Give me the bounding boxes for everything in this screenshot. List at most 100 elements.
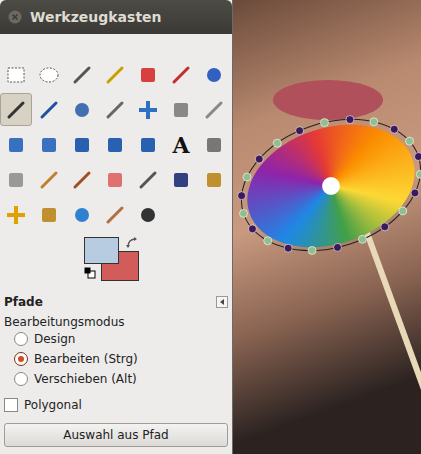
tool-button[interactable] xyxy=(132,198,164,231)
tool-icon xyxy=(136,98,160,122)
path-node[interactable] xyxy=(416,170,421,178)
tool-grid: A xyxy=(0,34,232,231)
path-overlay[interactable] xyxy=(233,0,421,454)
tool-icon xyxy=(169,168,193,192)
screen: Werkzeugkasten A Pfade BearbeitungsmodusDes… xyxy=(0,0,421,454)
tool-button[interactable] xyxy=(0,58,32,91)
image-canvas[interactable] xyxy=(233,0,421,454)
path-node[interactable] xyxy=(381,223,389,231)
tool-icon xyxy=(136,168,160,192)
tool-icon xyxy=(202,63,226,87)
options-title: Pfade xyxy=(4,295,43,309)
tool-icon xyxy=(70,133,94,157)
tool-button[interactable] xyxy=(198,163,230,196)
path-node[interactable] xyxy=(308,246,316,254)
text-tool-icon: A xyxy=(172,132,189,158)
window-title: Werkzeugkasten xyxy=(30,9,162,25)
tool-options: Pfade BearbeitungsmodusDesignBearbeiten (… xyxy=(0,281,232,447)
tool-icon xyxy=(202,98,226,122)
tool-button[interactable] xyxy=(99,163,131,196)
tool-button[interactable] xyxy=(132,128,164,161)
path-node[interactable] xyxy=(390,125,398,133)
default-colors-icon[interactable] xyxy=(84,267,96,279)
tool-icon xyxy=(4,63,28,87)
tool-button[interactable] xyxy=(66,58,98,91)
tool-button[interactable] xyxy=(0,198,32,231)
close-icon[interactable] xyxy=(8,10,22,24)
path-node[interactable] xyxy=(414,153,421,161)
swap-colors-icon[interactable] xyxy=(126,237,138,249)
tool-icon xyxy=(103,168,127,192)
tool-button[interactable] xyxy=(33,93,65,126)
path-node[interactable] xyxy=(255,155,263,163)
path-node[interactable] xyxy=(243,173,251,181)
tool-icon xyxy=(37,98,61,122)
tool-button[interactable] xyxy=(132,58,164,91)
tool-icon xyxy=(136,63,160,87)
path-node[interactable] xyxy=(238,192,246,200)
path-node[interactable] xyxy=(358,235,366,243)
tool-button[interactable] xyxy=(99,128,131,161)
tool-icon xyxy=(202,133,226,157)
tool-button[interactable] xyxy=(165,93,197,126)
tool-icon xyxy=(103,98,127,122)
menu-arrow-icon[interactable] xyxy=(216,296,228,308)
tool-button[interactable] xyxy=(0,163,32,196)
path-node[interactable] xyxy=(399,207,407,215)
path-node[interactable] xyxy=(370,118,378,126)
tool-icon xyxy=(70,63,94,87)
tool-icon xyxy=(37,133,61,157)
path-node[interactable] xyxy=(273,139,281,147)
tool-button[interactable]: A xyxy=(165,128,197,161)
path-node[interactable] xyxy=(264,237,272,245)
tool-button[interactable] xyxy=(66,198,98,231)
tool-button[interactable] xyxy=(0,93,32,126)
tool-icon xyxy=(169,98,193,122)
tool-icon xyxy=(37,63,61,87)
tool-button[interactable] xyxy=(33,128,65,161)
polygonal-checkbox[interactable]: Polygonal xyxy=(4,395,228,415)
tool-button[interactable] xyxy=(66,93,98,126)
photo-lips xyxy=(273,80,383,120)
tool-button[interactable] xyxy=(198,58,230,91)
selection-from-path-button[interactable]: Auswahl aus Pfad xyxy=(4,423,228,447)
tool-button[interactable] xyxy=(66,163,98,196)
tool-button[interactable] xyxy=(99,58,131,91)
tool-icon xyxy=(37,203,61,227)
tool-button[interactable] xyxy=(99,93,131,126)
tool-button[interactable] xyxy=(33,163,65,196)
tool-button[interactable] xyxy=(33,58,65,91)
path-node[interactable] xyxy=(346,116,354,124)
tool-button[interactable] xyxy=(33,198,65,231)
tool-button[interactable] xyxy=(165,163,197,196)
tool-icon xyxy=(169,63,193,87)
mode-radio[interactable]: Bearbeiten (Strg) xyxy=(4,349,228,369)
path-node[interactable] xyxy=(296,127,304,135)
tool-button[interactable] xyxy=(99,198,131,231)
tool-button[interactable] xyxy=(132,163,164,196)
tool-button[interactable] xyxy=(198,93,230,126)
tool-button[interactable] xyxy=(198,128,230,161)
tool-icon xyxy=(103,133,127,157)
path-node[interactable] xyxy=(248,225,256,233)
path-node[interactable] xyxy=(320,119,328,127)
tool-button[interactable] xyxy=(132,93,164,126)
tool-button[interactable] xyxy=(165,58,197,91)
tool-icon xyxy=(4,203,28,227)
tool-icon xyxy=(136,133,160,157)
path-node[interactable] xyxy=(240,209,248,217)
tool-icon xyxy=(103,63,127,87)
path-node[interactable] xyxy=(284,244,292,252)
tool-icon xyxy=(4,98,28,122)
tool-icon xyxy=(103,203,127,227)
tool-button[interactable] xyxy=(0,128,32,161)
path-node[interactable] xyxy=(334,243,342,251)
path-node[interactable] xyxy=(406,137,414,145)
foreground-color[interactable] xyxy=(84,237,119,264)
mode-radio[interactable]: Design xyxy=(4,329,228,349)
tool-icon xyxy=(202,168,226,192)
mode-radio[interactable]: Verschieben (Alt) xyxy=(4,369,228,389)
tool-button[interactable] xyxy=(66,128,98,161)
path-node[interactable] xyxy=(411,189,419,197)
section-label: Bearbeitungsmodus xyxy=(4,315,228,329)
